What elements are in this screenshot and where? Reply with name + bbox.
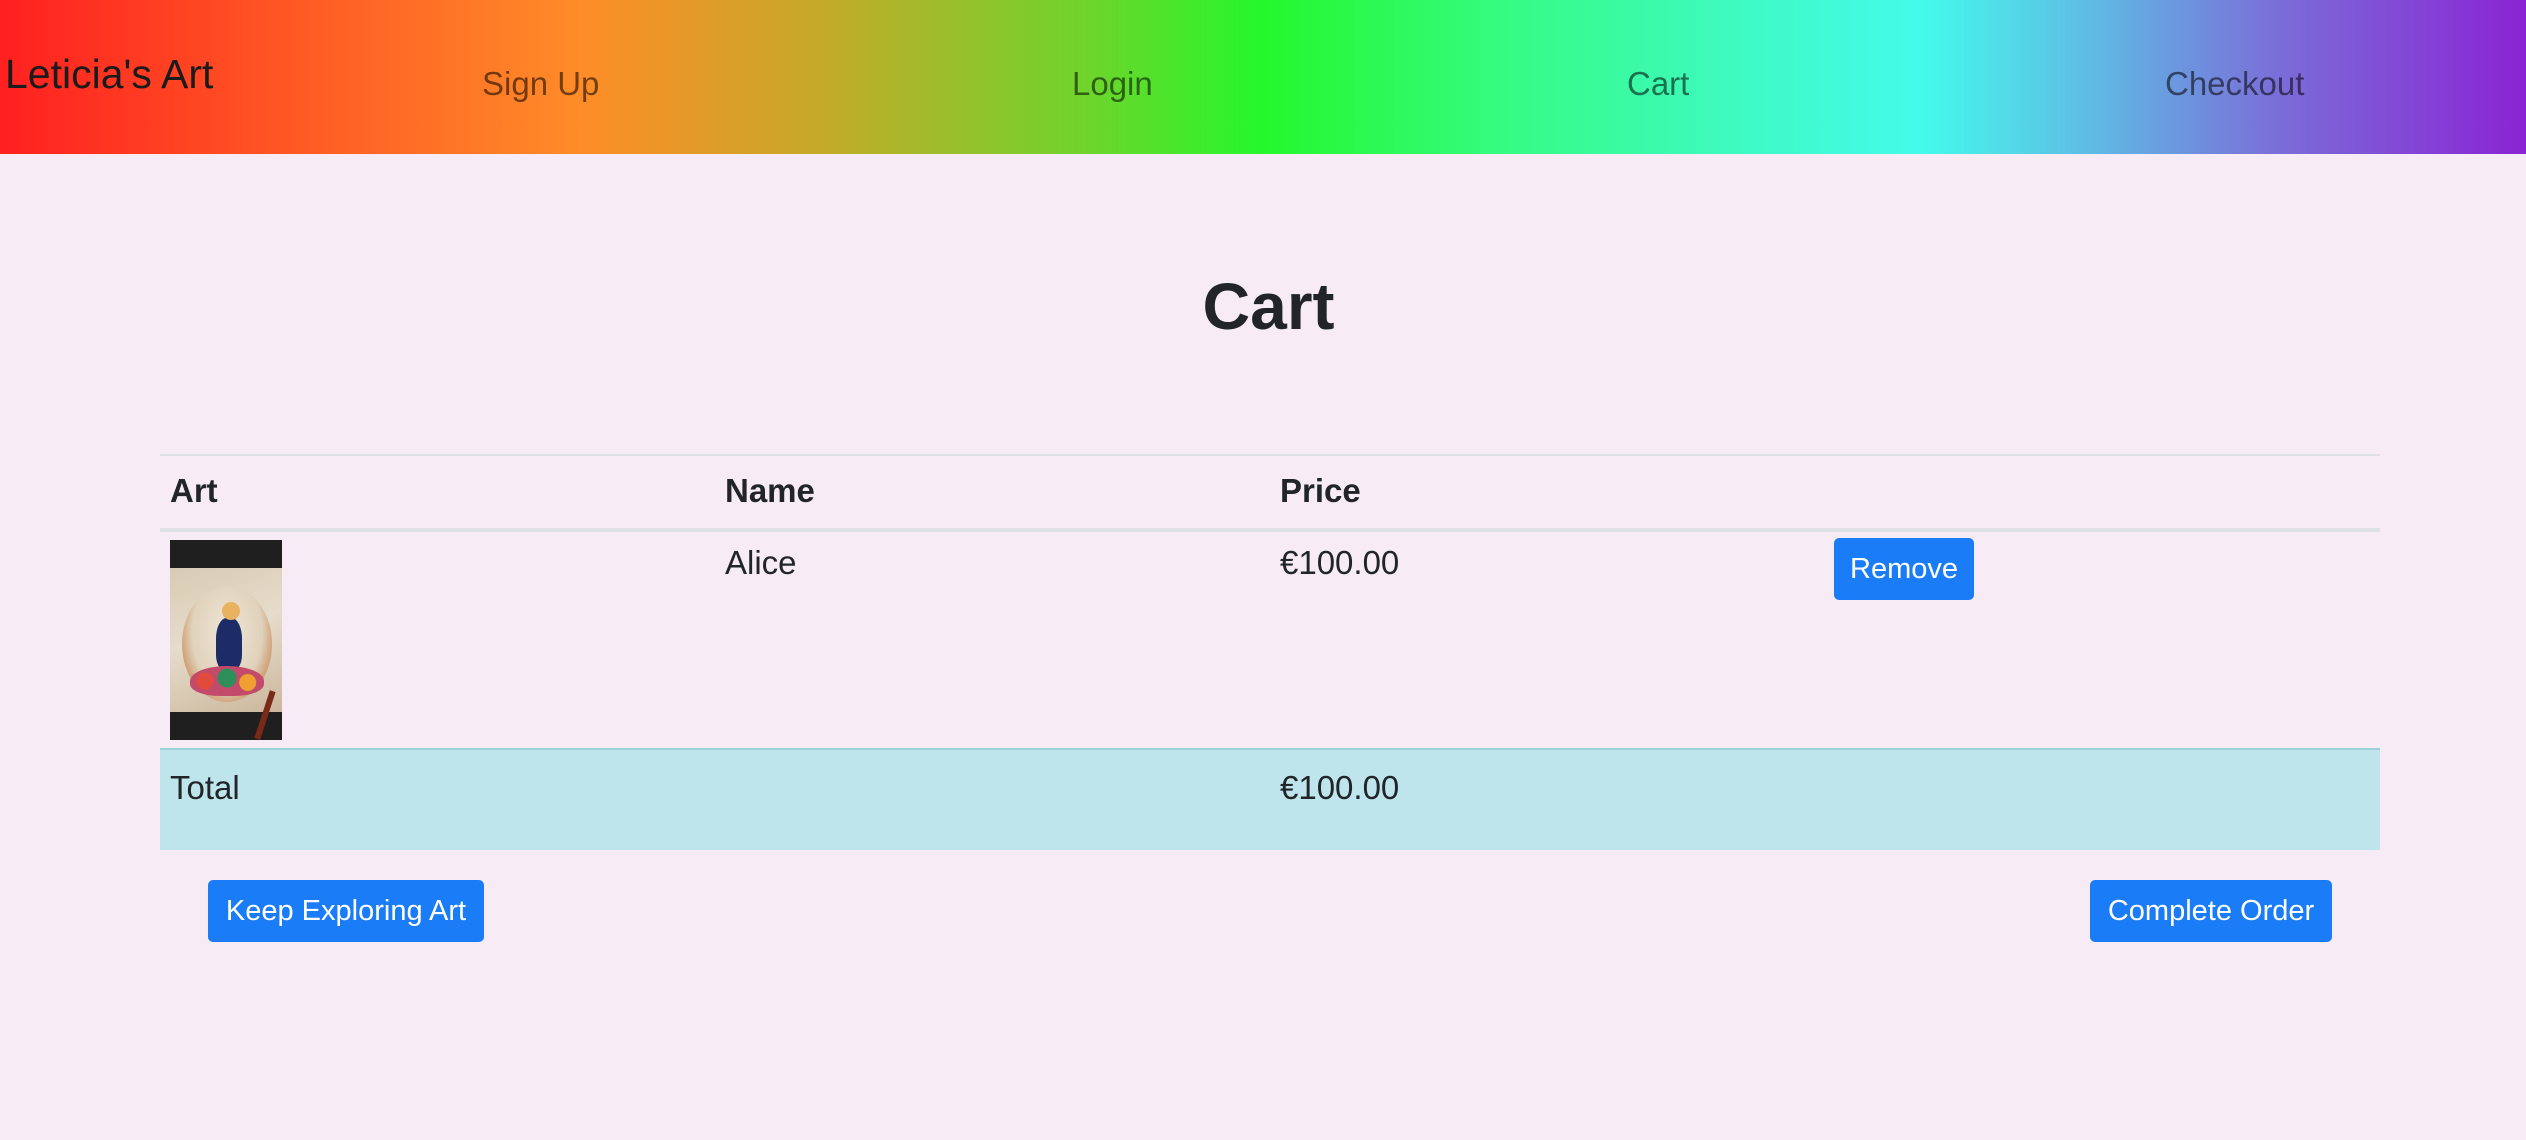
page-title: Cart — [1202, 269, 1335, 343]
artwork-thumbnail — [170, 540, 282, 740]
nav-link-login[interactable]: Login — [1072, 62, 1153, 106]
remove-button[interactable]: Remove — [1834, 538, 1974, 600]
artwork-figure-head — [222, 602, 240, 620]
nav-link-cart[interactable]: Cart — [1627, 62, 1689, 106]
nav-link-sign-up[interactable]: Sign Up — [482, 62, 599, 106]
column-header-name: Name — [725, 472, 815, 509]
artwork-flowers — [190, 666, 264, 696]
artwork-figure — [216, 618, 242, 670]
nav-link-checkout[interactable]: Checkout — [2165, 62, 2304, 106]
table-row: Alice €100.00 Remove — [160, 530, 2380, 750]
item-price: €100.00 — [1280, 544, 1400, 581]
keep-exploring-art-button[interactable]: Keep Exploring Art — [208, 880, 484, 942]
brand-logo-link[interactable]: Leticia's Art — [5, 49, 213, 99]
complete-order-button[interactable]: Complete Order — [2090, 880, 2332, 942]
column-header-price: Price — [1280, 472, 1361, 509]
item-name: Alice — [725, 544, 797, 581]
navbar: Leticia's Art Sign Up Login Cart Checkou… — [0, 0, 2526, 154]
table-header-row: Art Name Price — [160, 454, 2380, 532]
column-header-art: Art — [170, 472, 218, 509]
total-label: Total — [170, 769, 240, 806]
total-price: €100.00 — [1280, 769, 1400, 806]
total-row: Total €100.00 — [160, 750, 2380, 850]
